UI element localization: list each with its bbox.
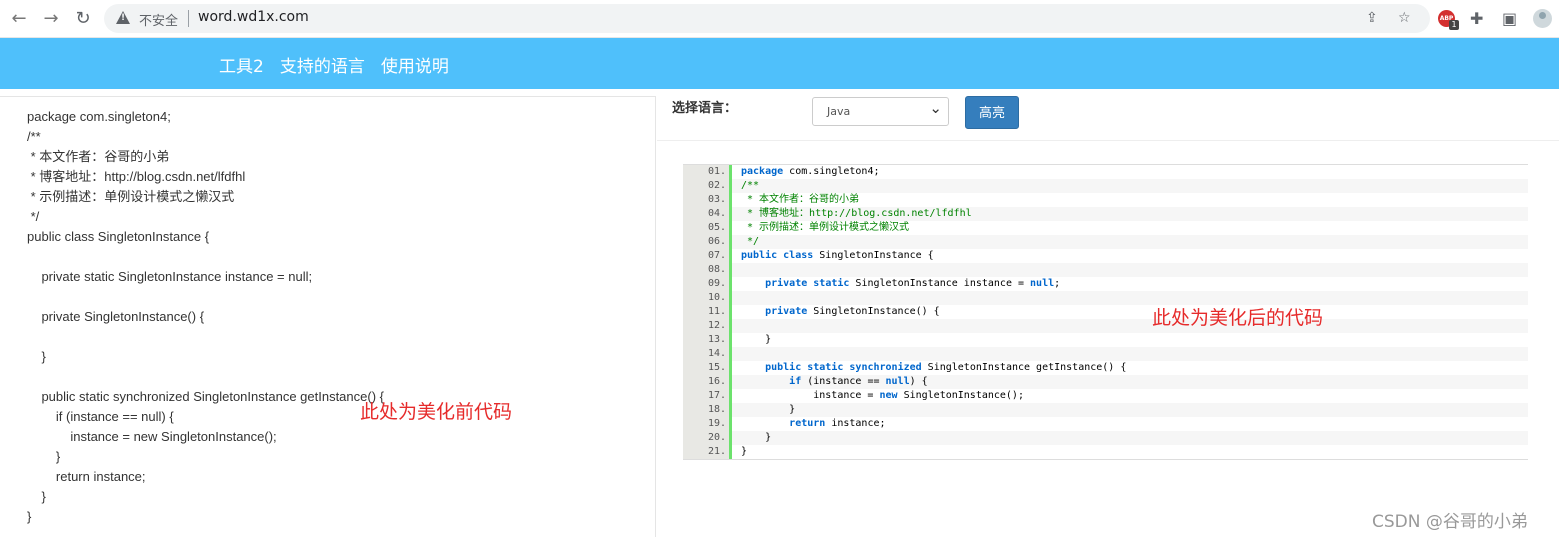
code-line: 06. */ [683,235,1528,249]
address-bar[interactable]: 不安全 word.wd1x.com ⇪ ☆ [104,4,1430,33]
language-selected-value: Java [827,105,851,118]
line-code: instance = new SingletonInstance(); [741,390,1024,401]
csdn-watermark: CSDN @谷哥的小弟 [1372,512,1528,532]
line-code: } [741,446,748,457]
share-icon[interactable]: ⇪ [1366,10,1378,26]
line-number: 15. [683,361,732,375]
url-text[interactable]: word.wd1x.com [198,9,309,25]
controls-divider [657,140,1559,141]
line-code [732,263,1528,277]
code-line: 17. instance = new SingletonInstance(); [683,389,1528,403]
puzzle-extensions-icon[interactable]: ✚ [1470,9,1483,28]
code-line: 08. [683,263,1528,277]
code-line: 09. private static SingletonInstance ins… [683,277,1528,291]
code-line: 14. [683,347,1528,361]
line-number: 17. [683,389,732,403]
line-code: } [732,403,1528,417]
line-number: 04. [683,207,732,221]
line-number: 16. [683,375,732,389]
line-number: 11. [683,305,732,319]
line-code: public class SingletonInstance { [741,250,934,261]
line-number: 05. [683,221,732,235]
line-code: private SingletonInstance() { [765,306,940,317]
line-number: 21. [683,445,732,459]
line-code: private static SingletonInstance instanc… [765,278,1061,289]
highlight-button[interactable]: 高亮 [965,96,1019,129]
line-number: 18. [683,403,732,417]
line-code: if (instance == null) { [732,375,1528,389]
line-code: public static synchronized SingletonInst… [765,362,1127,373]
bookmark-star-icon[interactable]: ☆ [1398,10,1411,26]
line-number: 01. [683,165,732,179]
code-line: 10. [683,291,1528,305]
line-number: 09. [683,277,732,291]
nav-item-help[interactable]: 使用说明 [381,52,449,77]
code-line: 01. package com.singleton4; [683,165,1528,179]
line-code: */ [732,235,1528,249]
forward-arrow-icon[interactable]: → [40,8,62,30]
code-line: 02./** [683,179,1528,193]
line-code [732,347,1528,361]
line-number: 13. [683,333,732,347]
line-number: 12. [683,319,732,333]
language-select[interactable]: Java [812,97,949,126]
line-number: 14. [683,347,732,361]
site-nav: 工具2 支持的语言 使用说明 [219,52,449,77]
browser-toolbar: ← → ↻ 不安全 word.wd1x.com ⇪ ☆ ABP 1 ✚ ▣ [0,0,1559,38]
side-panel-icon[interactable]: ▣ [1502,9,1517,28]
nav-item-tools[interactable]: 工具2 [219,52,264,77]
line-code: return instance; [789,418,886,429]
line-number: 08. [683,263,732,277]
site-header: 工具2 支持的语言 使用说明 [0,38,1559,89]
profile-avatar[interactable] [1533,9,1552,28]
code-line: 04. * 博客地址：http://blog.csdn.net/lfdfhl [683,207,1528,221]
line-code: } [732,431,1528,445]
code-line: 18. } [683,403,1528,417]
code-line: 12. [683,319,1528,333]
security-label[interactable]: 不安全 [139,10,178,29]
back-arrow-icon[interactable]: ← [8,8,30,30]
code-line: 13. } [683,333,1528,347]
line-number: 06. [683,235,732,249]
code-line: 11. private SingletonInstance() { [683,305,1528,319]
code-line: 21.} [683,445,1528,459]
line-code: * 示例描述：单例设计模式之懒汉式 [741,222,910,233]
line-number: 20. [683,431,732,445]
warning-icon[interactable] [116,11,130,24]
line-code: /** [732,179,1528,193]
reload-icon[interactable]: ↻ [72,8,94,30]
line-number: 02. [683,179,732,193]
line-code: * 博客地址：http://blog.csdn.net/lfdfhl [732,207,1528,221]
before-annotation: 此处为美化前代码 [360,401,513,423]
line-code: * 本文作者：谷哥的小弟 [741,194,860,205]
line-number: 19. [683,417,732,431]
code-line: 16. if (instance == null) { [683,375,1528,389]
line-code: } [741,334,772,345]
code-line: 19. return instance; [683,417,1528,431]
line-number: 07. [683,249,732,263]
address-separator [188,10,189,27]
line-code: package com.singleton4; [741,166,880,177]
highlighted-code-block: 01. package com.singleton4; 02./** 03. * 本文… [683,164,1528,460]
code-line: 20. } [683,431,1528,445]
source-code-text[interactable]: package com.singleton4; /** * 本文作者：谷哥的小弟… [27,107,384,527]
code-line: 03. * 本文作者：谷哥的小弟 [683,193,1528,207]
line-number: 03. [683,193,732,207]
nav-item-languages[interactable]: 支持的语言 [280,52,365,77]
code-line: 07. public class SingletonInstance { [683,249,1528,263]
line-number: 10. [683,291,732,305]
source-editor[interactable]: package com.singleton4; /** * 本文作者：谷哥的小弟… [0,96,656,537]
after-annotation: 此处为美化后的代码 [1152,307,1324,329]
line-code [732,291,1528,305]
code-line: 15. public static synchronized Singleton… [683,361,1528,375]
line-code [732,319,1528,333]
language-label: 选择语言： [672,101,738,116]
code-line: 05. * 示例描述：单例设计模式之懒汉式 [683,221,1528,235]
extension-count-badge: 1 [1449,20,1459,30]
